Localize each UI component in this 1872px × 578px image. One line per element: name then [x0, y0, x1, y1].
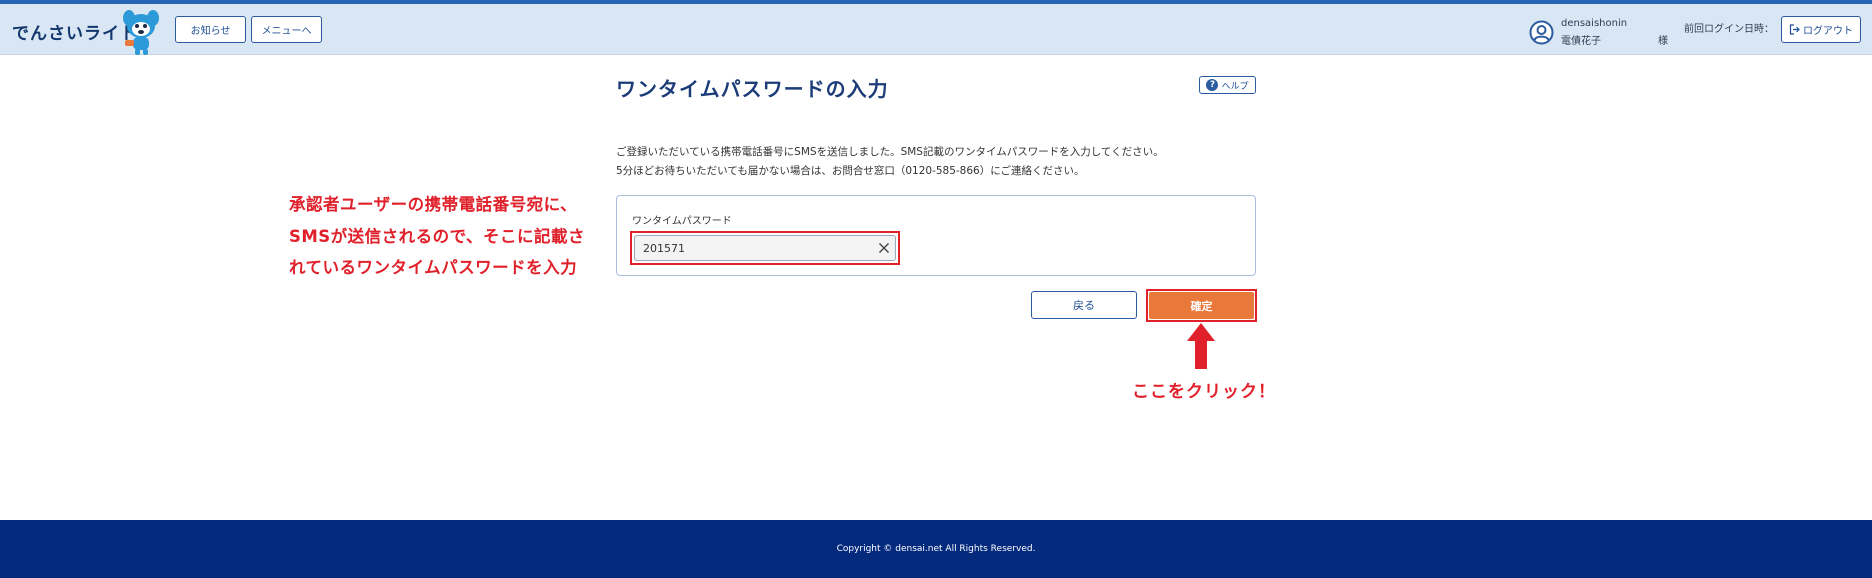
last-login-label: 前回ログイン日時： — [1684, 24, 1774, 35]
header: でんさいライト お知らせ メニューへ densaishonin 電債花子 様 前… — [0, 4, 1872, 55]
help-button[interactable]: ? ヘルプ — [1199, 76, 1256, 94]
description-line-2: 5分ほどお待ちいただいても届かない場合は、お問合せ窓口（0120-585-866… — [616, 165, 1085, 177]
page-title: ワンタイムパスワードの入力 — [616, 77, 889, 101]
user-id: densaishonin — [1561, 18, 1628, 29]
menu-button[interactable]: メニューへ — [251, 16, 322, 43]
honorific-label: 様 — [1658, 36, 1668, 47]
help-question-icon: ? — [1206, 79, 1219, 91]
mascot-character-icon — [123, 10, 159, 55]
user-name: 電債花子 — [1561, 36, 1601, 47]
otp-input[interactable] — [634, 235, 896, 261]
description-line-1: ご登録いただいている携帯電話番号にSMSを送信しました。SMS記載のワンタイムパ… — [616, 146, 1164, 158]
copyright-text: Copyright © densai.net All Rights Reserv… — [836, 544, 1036, 554]
user-circle-icon — [1529, 20, 1554, 45]
arrow-up-icon — [1187, 323, 1215, 369]
instruction-line-3: れているワンタイムパスワードを入力 — [289, 258, 578, 277]
logout-label: ログアウト — [1803, 26, 1853, 37]
instruction-line-2: SMSが送信されるので、そこに記載さ — [289, 227, 586, 246]
confirm-button[interactable]: 確定 — [1149, 292, 1254, 319]
instruction-line-1: 承認者ユーザーの携帯電話番号宛に、 — [289, 195, 578, 214]
otp-label: ワンタイムパスワード — [632, 216, 732, 227]
back-button[interactable]: 戻る — [1031, 291, 1137, 319]
logout-icon — [1789, 24, 1800, 35]
click-here-note: ここをクリック！ — [1132, 382, 1276, 402]
help-label: ヘルプ — [1221, 81, 1249, 92]
news-button[interactable]: お知らせ — [175, 16, 246, 43]
logout-button[interactable]: ログアウト — [1781, 16, 1861, 43]
close-icon[interactable] — [876, 240, 892, 256]
footer: Copyright © densai.net All Rights Reserv… — [0, 520, 1872, 578]
